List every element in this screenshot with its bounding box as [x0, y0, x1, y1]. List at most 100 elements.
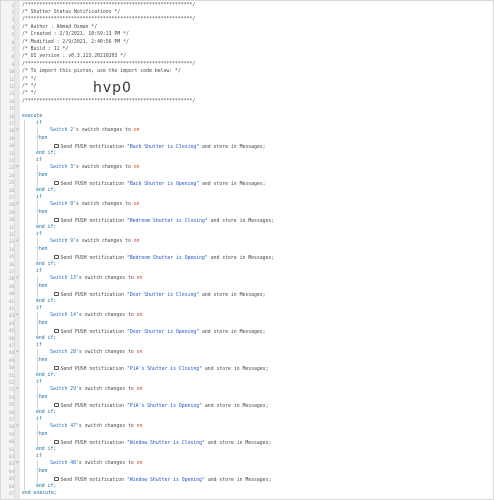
notification-message: "PiA's Shutter is Opening": [126, 404, 203, 410]
line-number: 60: [8, 439, 14, 445]
line-number: 53: [8, 387, 14, 393]
if-keyword: if: [36, 453, 42, 459]
action-suffix: and store in Messages;: [210, 256, 275, 262]
push-notification-icon: [54, 217, 59, 223]
action-suffix: and store in Messages;: [204, 404, 269, 410]
action-suffix: and store in Messages;: [202, 330, 266, 336]
condition-text: 's switch changes to: [76, 350, 134, 356]
device-name: Switch 48: [50, 461, 76, 467]
header-comment-line: /* UI version : v0.3.113.20210203 */: [22, 54, 491, 61]
header-comment-line: /* Build : 11 */: [22, 47, 491, 54]
condition-line[interactable]: Switch 47's switch changes to on: [50, 424, 491, 431]
end-if-keyword: end if;: [36, 446, 57, 452]
block-guide-line: [37, 386, 38, 411]
trigger-lightning-icon: ⚡: [16, 313, 19, 319]
condition-line[interactable]: Switch 28's switch changes to on: [50, 350, 491, 357]
if-line: if: [36, 121, 491, 128]
line-number: 18: [8, 128, 14, 134]
end-if-line: end if;: [36, 336, 491, 343]
if-keyword: if: [36, 194, 42, 200]
action-text: Send PUSH notification: [60, 145, 125, 151]
condition-line[interactable]: Switch 2's switch changes to on: [50, 128, 491, 135]
condition-value: on: [133, 165, 140, 171]
action-suffix: and store in Messages;: [204, 367, 269, 373]
notification-message: "Back Shutter is Closing": [126, 145, 200, 151]
condition-value: on: [133, 202, 140, 208]
notification-message: "Bedroom Shutter is Opening": [126, 256, 208, 262]
condition-value: on: [133, 239, 140, 245]
condition-text: 's switch changes to: [76, 313, 134, 319]
notification-message: "Window Shutter is Opening": [126, 478, 205, 484]
condition-line[interactable]: Switch 29's switch changes to on: [50, 387, 491, 394]
block-guide-line: [37, 460, 38, 485]
line-number: 10: [8, 69, 14, 75]
line-number: 37: [8, 268, 14, 274]
condition-value: on: [136, 276, 143, 282]
condition-line[interactable]: Switch 48's switch changes to on: [50, 461, 491, 468]
condition-value: on: [133, 128, 140, 134]
end-if-keyword: end if;: [36, 372, 57, 378]
header-comment-line: /***************************************…: [22, 17, 491, 24]
end-if-line: end if;: [36, 299, 491, 306]
header-comment-line: /* Modified : 2/9/2021, 2:40:56 PM */: [22, 40, 491, 47]
header-comment-line: /* Created : 2/3/2021, 10:59:13 PM */: [22, 32, 491, 39]
line-number: 17: [8, 120, 14, 126]
line-number: 59: [8, 431, 14, 437]
comment-text: /***************************************…: [22, 17, 196, 23]
comment-text: /* Modified : 2/9/2021, 2:40:56 PM */: [22, 39, 129, 45]
push-notification-icon: [54, 476, 59, 482]
then-line: then: [36, 136, 491, 143]
if-line: if: [36, 269, 491, 276]
header-comment-line: /* To import this piston, use the import…: [22, 69, 491, 76]
end-if-line: end if;: [36, 373, 491, 380]
condition-value: on: [136, 313, 143, 319]
notification-message: "Door Shutter is Opening": [126, 330, 200, 336]
action-text: Send PUSH notification: [60, 330, 125, 336]
if-keyword: if: [36, 231, 42, 237]
end-if-line: end if;: [36, 225, 491, 232]
end-if-keyword: end if;: [36, 150, 57, 156]
push-notification-icon: [54, 439, 59, 445]
line-number: 4: [11, 24, 14, 30]
if-keyword: if: [36, 157, 42, 163]
line-number: 25: [8, 180, 14, 186]
end-if-keyword: end if;: [36, 224, 57, 230]
line-number: 20: [8, 143, 14, 149]
condition-line[interactable]: Switch 9's switch changes to on: [50, 239, 491, 246]
line-number: 67: [8, 490, 14, 496]
notification-message: "Bedroom Shutter is Closing": [126, 219, 208, 225]
trigger-lightning-icon: ⚡: [16, 461, 19, 467]
line-number: 58: [8, 424, 14, 430]
condition-line[interactable]: Switch 3's switch changes to on: [50, 165, 491, 172]
if-line: if: [36, 232, 491, 239]
condition-value: on: [136, 461, 143, 467]
action-suffix: and store in Messages;: [202, 182, 266, 188]
trigger-lightning-icon: ⚡: [16, 239, 19, 245]
line-number: 7: [11, 46, 14, 52]
line-number: 35: [8, 254, 14, 260]
line-number: 48: [8, 350, 14, 356]
line-number: 36: [8, 261, 14, 267]
line-number: 38: [8, 276, 14, 282]
line-number: 66: [8, 483, 14, 489]
device-name: Switch 9: [50, 239, 74, 245]
line-number: 33: [8, 239, 14, 245]
comment-text: /* */: [22, 76, 37, 82]
action-suffix: and store in Messages;: [202, 145, 266, 151]
line-number: 12: [8, 83, 14, 89]
condition-line[interactable]: Switch 14's switch changes to on: [50, 313, 491, 320]
notification-message: "Window Shutter is Closing": [126, 441, 205, 447]
line-number: 47: [8, 342, 14, 348]
condition-line[interactable]: Switch 8's switch changes to on: [50, 202, 491, 209]
condition-text: 's switch changes to: [76, 424, 134, 430]
device-name: Switch 2: [50, 128, 74, 134]
if-keyword: if: [36, 342, 42, 348]
then-line: then: [36, 432, 491, 439]
condition-line[interactable]: Switch 13's switch changes to on: [50, 276, 491, 283]
if-keyword: if: [36, 120, 42, 126]
comment-text: /* */: [22, 91, 37, 97]
line-number: 54: [8, 394, 14, 400]
if-line: if: [36, 454, 491, 461]
condition-value: on: [136, 424, 143, 430]
block-guide-line: [37, 238, 38, 263]
